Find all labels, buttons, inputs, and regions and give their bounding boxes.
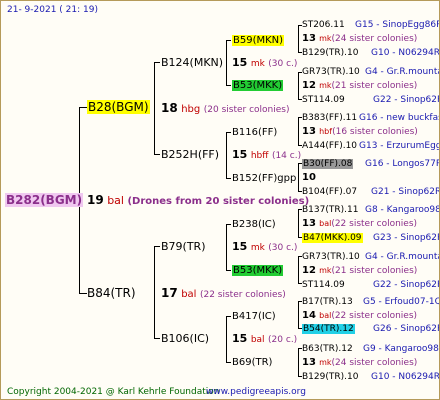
gen4-lineage: G26 - Sinop62R xyxy=(373,324,440,334)
link-line xyxy=(226,270,231,271)
gen4-lineage: G16 - new buckfas xyxy=(359,113,440,123)
root-queen[interactable]: B282(BGM) xyxy=(5,193,84,207)
gen4-info: 13 bal(22 sister colonies) xyxy=(302,218,418,229)
gen3-info: 15 hbff (14 c.) xyxy=(232,148,302,162)
bracket-line xyxy=(226,40,227,85)
drone-bracket-line xyxy=(154,246,155,338)
gen4-lineage: G10 - N06294R xyxy=(371,372,440,382)
gen4-lineage: G15 - SinopEgg86R xyxy=(355,20,440,30)
gen4-node[interactable]: ST114.09 xyxy=(302,279,345,291)
link-line xyxy=(226,362,231,363)
gen1-drone-info: 17 bal (22 sister colonies) xyxy=(161,286,286,300)
gen3-node[interactable]: B417(IC) xyxy=(232,311,276,323)
gen3-node[interactable]: B53(MKK) xyxy=(232,265,284,277)
gen3-node[interactable]: B69(TR) xyxy=(232,357,272,369)
gen4-node[interactable]: B383(FF).11 xyxy=(302,112,357,124)
gen3-node[interactable]: B116(FF) xyxy=(232,127,277,139)
link-line xyxy=(226,40,231,41)
link-line xyxy=(226,178,231,179)
gen4-node[interactable]: B129(TR).10 xyxy=(302,371,358,383)
gen4-lineage: G4 - Gr.R.mounta xyxy=(365,67,440,77)
root-info: 19 bal (Drones from 20 sister colonies) xyxy=(87,193,310,207)
gen4-lineage: G22 - Sinop62R xyxy=(373,280,440,290)
gen4-node[interactable]: B63(TR).12 xyxy=(302,343,353,355)
gen4-info: 10 xyxy=(302,172,316,183)
gen3-node[interactable]: B238(IC) xyxy=(232,219,276,231)
link-line xyxy=(226,316,231,317)
gen4-node[interactable]: B47(MKK).09 xyxy=(302,232,363,244)
gen4-info: 12 mk(21 sister colonies) xyxy=(302,265,418,276)
gen4-lineage: G4 - Gr.R.mounta xyxy=(365,252,440,262)
link-line xyxy=(226,132,231,133)
gen1-drone[interactable]: B84(TR) xyxy=(87,287,136,299)
site-link[interactable]: www.pedigreeapis.org xyxy=(206,386,306,398)
gen2-node[interactable]: B252H(FF) xyxy=(161,149,219,161)
gen4-lineage: G5 - Erfoud07-1Q xyxy=(363,297,440,307)
link-line xyxy=(154,246,160,247)
gen1-queen[interactable]: B28(BGM) xyxy=(87,100,150,114)
gen3-node[interactable]: B59(MKN) xyxy=(232,35,285,47)
bracket-line xyxy=(298,25,299,52)
gen4-node[interactable]: GR73(TR).10 xyxy=(302,251,360,263)
gen4-lineage: G9 - Kangaroo98R xyxy=(363,344,440,354)
bracket-line xyxy=(226,316,227,362)
gen4-lineage: G16 - Longos77R xyxy=(365,159,440,169)
gen4-lineage: G21 - Sinop62R xyxy=(371,187,440,197)
copyright-text: Copyright 2004-2021 @ Karl Kehrle Founda… xyxy=(7,387,220,397)
pedigree-chart: 21- 9-2021 ( 21: 19) B282(BGM) 19 bal (D… xyxy=(0,0,440,400)
gen3-node[interactable]: B53(MKK) xyxy=(232,80,284,92)
gen4-node[interactable]: B30(FF).08 xyxy=(302,158,354,170)
link-line xyxy=(154,154,160,155)
gen4-lineage: G8 - Kangaroo98R xyxy=(365,205,440,215)
bracket-line xyxy=(298,117,299,145)
link-line xyxy=(226,85,231,86)
queen-bracket-line xyxy=(154,62,155,154)
bracket-line xyxy=(298,72,299,99)
gen4-node[interactable]: B54(TR).12 xyxy=(302,323,355,335)
gen4-node[interactable]: B104(FF).07 xyxy=(302,186,357,198)
gen4-node[interactable]: B129(TR).10 xyxy=(302,47,358,59)
gen4-info: 12 mk(21 sister colonies) xyxy=(302,80,418,91)
bracket-line xyxy=(298,301,299,328)
gen2-node[interactable]: B79(TR) xyxy=(161,241,206,253)
gen4-node[interactable]: ST206.11 xyxy=(302,19,345,31)
gen4-node[interactable]: B137(TR).11 xyxy=(302,204,358,216)
root-name[interactable]: B282(BGM) xyxy=(5,193,84,207)
gen1-queen-info: 18 hbg (20 sister colonies) xyxy=(161,101,290,115)
gen4-lineage: G23 - Sinop62R xyxy=(373,233,440,243)
gen2-node[interactable]: B124(MKN) xyxy=(161,57,223,69)
bracket-line xyxy=(298,163,299,191)
gen3-info: 15 mk (30 c.) xyxy=(232,240,298,254)
gen4-lineage: G10 - N06294R xyxy=(371,48,440,58)
link-line xyxy=(154,62,160,63)
gen3-node[interactable]: B152(FF)gpp xyxy=(232,173,296,185)
bracket-line xyxy=(226,224,227,270)
bracket-line xyxy=(298,209,299,237)
gen4-info: 13 mk(24 sister colonies) xyxy=(302,357,418,368)
bracket-line xyxy=(298,256,299,283)
gen4-info: 13 mk(24 sister colonies) xyxy=(302,33,418,44)
gen4-lineage: G13 - ErzurumEgg8 xyxy=(359,141,440,151)
gen4-node[interactable]: A144(FF).10 xyxy=(302,140,357,152)
gen4-info: 13 hbf(16 sister colonies) xyxy=(302,126,418,137)
gen4-node[interactable]: B17(TR).13 xyxy=(302,296,353,308)
bracket-line xyxy=(226,132,227,178)
gen4-lineage: G22 - Sinop62R xyxy=(373,95,440,105)
date-stamp: 21- 9-2021 ( 21: 19) xyxy=(7,5,98,15)
bracket-line xyxy=(298,348,299,376)
gen3-info: 15 bal (20 c.) xyxy=(232,332,298,346)
link-line xyxy=(154,338,160,339)
gen4-info: 14 bal(22 sister colonies) xyxy=(302,310,418,321)
gen2-node[interactable]: B106(IC) xyxy=(161,333,209,345)
link-line xyxy=(79,107,87,108)
link-line xyxy=(226,224,231,225)
link-line xyxy=(79,293,87,294)
gen3-info: 15 mk (30 c.) xyxy=(232,56,298,70)
gen4-node[interactable]: GR73(TR).10 xyxy=(302,66,360,78)
gen4-node[interactable]: ST114.09 xyxy=(302,94,345,106)
